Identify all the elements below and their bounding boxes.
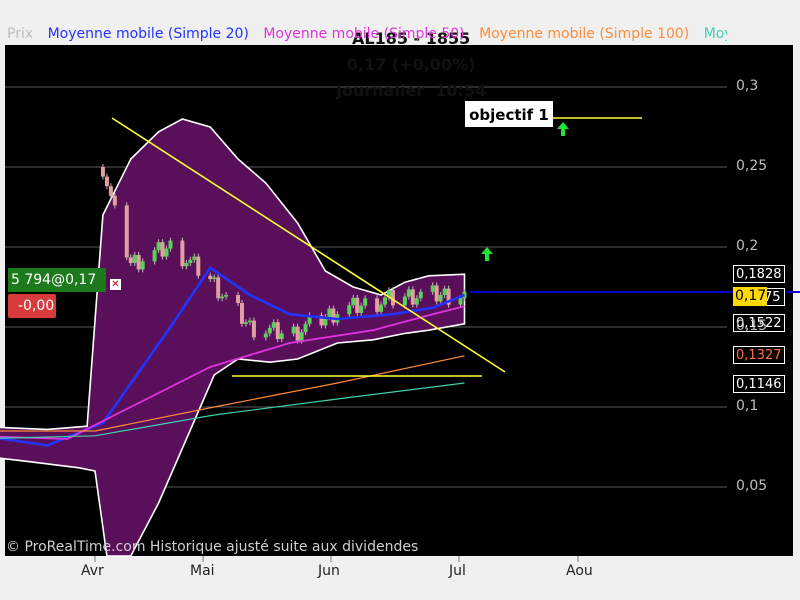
candle [410, 289, 415, 305]
candle [243, 322, 248, 324]
candle [359, 305, 364, 313]
x-tick-label: Jun [318, 563, 340, 579]
legend-item-ma-other[interactable]: Moye [704, 26, 727, 42]
candle [136, 255, 141, 270]
candle [267, 327, 272, 334]
candle [184, 263, 189, 267]
y-tick-label: 0,15 [736, 318, 768, 334]
candle [406, 289, 411, 297]
candle [327, 308, 332, 317]
current-price-label: 0,17 [733, 287, 767, 306]
y-tick-label: 0,1 [736, 398, 759, 414]
candle [430, 285, 435, 292]
chart-frame: AL185 - 1855 0,17 (+0,00%) Journalier 10… [0, 0, 800, 600]
y-tick-label: 0,25 [736, 158, 768, 174]
x-tick-label: Avr [81, 563, 104, 579]
period-label: Journalier 10:54 [336, 81, 487, 100]
candle [247, 320, 252, 323]
y-tick-label: 0,05 [736, 478, 768, 494]
candle [355, 297, 360, 313]
quote-label: 0,17 (+0,00%) [346, 55, 476, 74]
candle [442, 288, 447, 295]
legend-item-price[interactable]: Prix [7, 26, 33, 42]
candle [236, 295, 241, 303]
candle [108, 186, 113, 196]
candle [351, 297, 356, 306]
position-pnl-badge: -0,00 [8, 294, 56, 318]
candle [104, 176, 109, 187]
candle [383, 297, 388, 305]
chart-title: AL185 - 1855 0,17 (+0,00%) Journalier 10… [0, 0, 800, 100]
x-tick-label: Aou [566, 563, 593, 579]
y-tick-label: 0,3 [736, 78, 759, 94]
position-size-badge[interactable]: 5 794@0,17 [8, 268, 106, 292]
candle [375, 298, 380, 312]
candle [216, 277, 221, 299]
candle [458, 298, 463, 305]
candle [438, 295, 443, 302]
candle [331, 308, 336, 323]
candle [434, 285, 439, 302]
candle [251, 320, 256, 338]
candle [291, 326, 296, 334]
candle [100, 167, 105, 177]
candle [168, 240, 173, 249]
candle [418, 291, 423, 299]
candle [188, 259, 193, 263]
candle [414, 298, 419, 305]
objectif-annotation[interactable]: objectif 1 [465, 101, 553, 127]
candle [402, 296, 407, 306]
candle [271, 322, 276, 328]
ma-long-price-label: 0,1146 [733, 375, 785, 393]
candle [140, 261, 145, 270]
candle [212, 277, 217, 279]
x-tick-label: Mai [190, 563, 215, 579]
candle [379, 304, 384, 312]
legend: Prix Moyenne mobile (Simple 20) Moyenne … [7, 24, 727, 44]
copyright-text: © ProRealTime.com Historique ajusté suit… [6, 539, 419, 555]
candle [303, 323, 308, 333]
candle [128, 257, 133, 263]
y-tick-label: 0,2 [736, 238, 759, 254]
candle [240, 303, 245, 324]
candle [224, 295, 229, 297]
legend-item-ma100[interactable]: Moyenne mobile (Simple 100) [479, 26, 689, 42]
legend-item-ma20[interactable]: Moyenne mobile (Simple 20) [48, 26, 249, 42]
candle [160, 242, 165, 257]
candle [180, 240, 185, 267]
candle [220, 296, 225, 299]
ma100-price-label: 0,1327 [733, 346, 785, 364]
candle [263, 333, 268, 338]
candle [164, 248, 169, 257]
close-icon[interactable]: ✕ [110, 279, 121, 290]
candle [156, 242, 161, 251]
candle [279, 333, 284, 339]
candle [124, 205, 129, 258]
legend-item-ma50[interactable]: Moyenne mobile (Simple 50) [263, 26, 464, 42]
candle [132, 255, 137, 263]
candle [192, 256, 197, 260]
candle [152, 250, 157, 262]
candle [112, 195, 117, 206]
candle [347, 305, 352, 315]
x-tick-label: Jul [449, 563, 466, 579]
candle [363, 298, 368, 306]
upper-band-price-label: 0,1828 [733, 265, 785, 283]
candle [208, 275, 213, 279]
candle [295, 326, 300, 341]
candle [275, 322, 280, 339]
candle [196, 256, 201, 276]
candle [299, 332, 304, 341]
